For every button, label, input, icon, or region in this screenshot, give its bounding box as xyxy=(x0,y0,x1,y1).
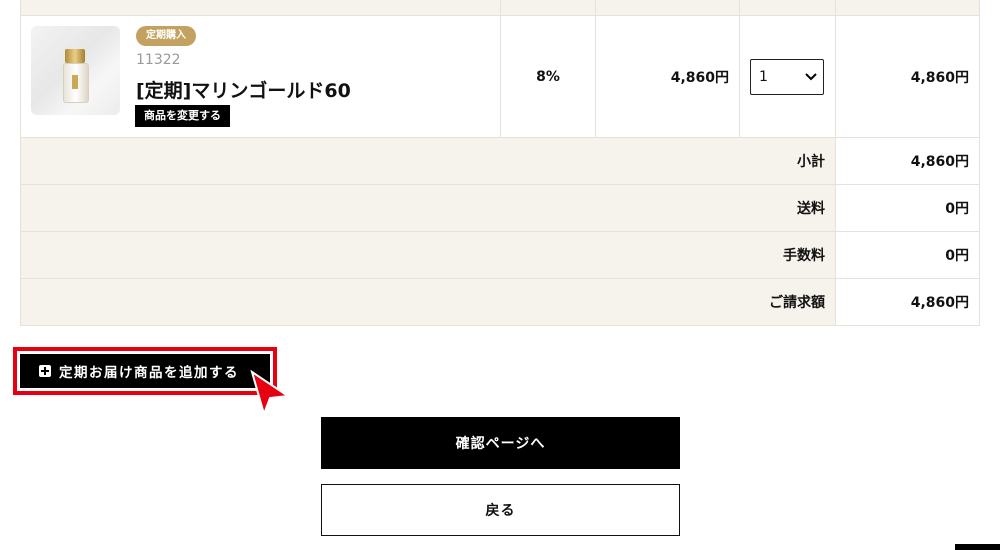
subscription-badge: 定期購入 xyxy=(136,26,196,46)
change-product-button[interactable]: 商品を変更する xyxy=(135,105,230,127)
summary-row-shipping: 送料 0円 xyxy=(20,184,980,232)
summary-value: 0円 xyxy=(835,184,980,232)
product-cell: 定期購入 11322 [定期]マリンゴールド60 商品を変更する xyxy=(20,15,501,138)
line-total-cell: 4,860円 xyxy=(835,15,980,138)
header-cell xyxy=(20,0,501,16)
header-cell xyxy=(739,0,836,16)
summary-label: 送料 xyxy=(20,184,836,232)
mouse-pointer-icon xyxy=(250,370,290,416)
header-cell xyxy=(500,0,596,16)
quantity-select[interactable]: 1 xyxy=(750,58,824,95)
product-name[interactable]: [定期]マリンゴールド60 xyxy=(136,76,351,103)
product-code: 11322 xyxy=(136,52,181,68)
add-subscription-item-button[interactable]: 定期お届け商品を追加する xyxy=(20,354,270,388)
header-cell xyxy=(595,0,740,16)
summary-value: 4,860円 xyxy=(835,137,980,185)
page-top-button[interactable] xyxy=(955,544,1000,550)
highlight-frame: 定期お届け商品を追加する xyxy=(13,347,277,395)
tax-rate-cell: 8% xyxy=(500,15,596,138)
confirm-button[interactable]: 確認ページへ xyxy=(321,417,680,469)
summary-row-fee: 手数料 0円 xyxy=(20,231,980,279)
bottle-label-shape xyxy=(72,75,78,89)
summary-label: ご請求額 xyxy=(20,278,836,326)
summary-value: 0円 xyxy=(835,231,980,279)
summary-value: 4,860円 xyxy=(835,278,980,326)
summary-label: 小計 xyxy=(20,137,836,185)
cart-table: 定期購入 11322 [定期]マリンゴールド60 商品を変更する 8% 4,86… xyxy=(20,0,980,326)
quantity-value: 1 xyxy=(759,68,768,85)
plus-square-icon xyxy=(39,365,51,377)
add-subscription-item-label: 定期お届け商品を追加する xyxy=(59,365,239,381)
summary-row-total: ご請求額 4,860円 xyxy=(20,278,980,326)
quantity-cell: 1 xyxy=(739,15,836,138)
back-button-label: 戻る xyxy=(485,503,516,519)
header-cell xyxy=(835,0,980,16)
bottle-cap-shape xyxy=(65,49,85,63)
confirm-button-label: 確認ページへ xyxy=(455,436,546,452)
product-image[interactable] xyxy=(31,26,120,115)
unit-price-cell: 4,860円 xyxy=(595,15,740,138)
table-row: 定期購入 11322 [定期]マリンゴールド60 商品を変更する 8% 4,86… xyxy=(20,15,980,138)
table-header-row xyxy=(20,0,980,16)
summary-row-subtotal: 小計 4,860円 xyxy=(20,137,980,185)
chevron-down-icon xyxy=(805,70,817,84)
summary-label: 手数料 xyxy=(20,231,836,279)
back-button[interactable]: 戻る xyxy=(321,484,680,536)
